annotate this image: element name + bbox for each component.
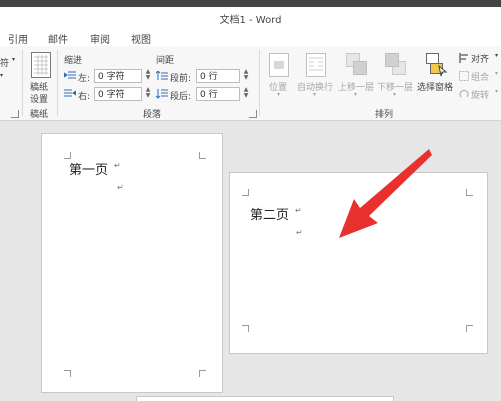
indent-heading: 缩进 xyxy=(64,56,83,66)
margin-corner-mark xyxy=(64,152,71,159)
rotate-button[interactable]: 旋转 ▾ xyxy=(458,87,501,101)
align-label: 对齐 xyxy=(471,55,490,65)
selection-pane-icon xyxy=(426,53,448,77)
dialog-launcher-icon[interactable] xyxy=(11,110,19,118)
chevron-down-icon: ▾ xyxy=(495,88,499,95)
indent-left-input[interactable]: 0 字符 xyxy=(94,69,142,83)
clipped-button-label[interactable]: 符 xyxy=(0,56,9,69)
margin-corner-mark xyxy=(466,325,473,332)
page-3-edge xyxy=(136,396,394,401)
tab-review[interactable]: 审阅 xyxy=(90,31,110,46)
chevron-down-icon: ▾ xyxy=(277,91,281,98)
page-1-text[interactable]: 第一页 xyxy=(69,159,108,178)
margin-corner-mark xyxy=(64,370,71,377)
paragraph-mark: ↵ xyxy=(295,206,302,215)
selection-pane-button[interactable]: 选择窗格 xyxy=(416,50,456,100)
wrap-text-icon xyxy=(306,53,326,77)
group-objects-icon xyxy=(459,71,469,81)
margin-corner-mark xyxy=(199,152,206,159)
arrange-group-label: 排列 xyxy=(375,110,394,120)
position-icon xyxy=(269,53,289,77)
spacing-after-label: 段后: xyxy=(170,92,192,102)
indent-right-stepper[interactable]: ▲ ▼ xyxy=(144,87,152,101)
ribbon-tabs xyxy=(0,29,501,46)
chevron-down-icon: ▾ xyxy=(495,52,499,59)
indent-left-icon xyxy=(64,71,76,79)
send-backward-button[interactable]: 下移一层 ▾ xyxy=(377,50,415,100)
paper-group-label: 稿纸 xyxy=(30,110,49,120)
bring-forward-icon xyxy=(346,53,367,75)
tab-view[interactable]: 视图 xyxy=(131,31,151,46)
spacing-before-label: 段前: xyxy=(170,74,192,84)
chevron-down-icon: ▾ xyxy=(12,56,16,63)
spacing-after-input[interactable]: 0 行 xyxy=(196,87,240,101)
margin-corner-mark xyxy=(242,189,249,196)
indent-right-label: 右: xyxy=(78,92,91,102)
group-objects-label: 组合 xyxy=(471,73,490,83)
indent-right-input[interactable]: 0 字符 xyxy=(94,87,142,101)
align-button[interactable]: 对齐 ▾ xyxy=(458,51,501,65)
margin-corner-mark xyxy=(199,370,206,377)
page-2-text[interactable]: 第二页 xyxy=(250,204,289,223)
rotate-label: 旋转 xyxy=(471,91,490,101)
bring-forward-button[interactable]: 上移一层 ▾ xyxy=(338,50,376,100)
spacing-after-icon xyxy=(156,89,168,99)
paragraph-mark: ↵ xyxy=(117,183,124,192)
red-arrow-annotation xyxy=(339,149,432,238)
dialog-launcher-icon[interactable] xyxy=(249,110,257,118)
spacing-before-input[interactable]: 0 行 xyxy=(196,69,240,83)
indent-right-icon xyxy=(64,89,76,97)
paper-settings-label-2: 设置 xyxy=(30,95,49,105)
page-1[interactable]: 第一页 ↵ ↵ xyxy=(41,133,223,393)
tab-mailings[interactable]: 邮件 xyxy=(48,31,68,46)
indent-left-label: 左: xyxy=(78,74,91,84)
window-top-border xyxy=(0,0,501,7)
group-separator xyxy=(259,50,260,116)
group-separator xyxy=(22,50,23,116)
paper-settings-button[interactable]: 稿纸 设置 xyxy=(26,50,56,106)
wrap-text-button[interactable]: 自动换行 ▾ xyxy=(296,50,336,100)
paper-grid-icon xyxy=(31,52,51,78)
position-button[interactable]: 位置 ▾ xyxy=(264,50,294,100)
margin-corner-mark xyxy=(466,189,473,196)
tab-references[interactable]: 引用 xyxy=(8,31,28,46)
selection-pane-label: 选择窗格 xyxy=(417,83,454,93)
spacing-heading: 间距 xyxy=(156,56,175,66)
chevron-down-icon: ▾ xyxy=(495,70,499,77)
margin-corner-mark xyxy=(242,325,249,332)
send-backward-icon xyxy=(385,53,406,75)
spacing-before-stepper[interactable]: ▲ ▼ xyxy=(242,69,250,83)
spacing-after-stepper[interactable]: ▲ ▼ xyxy=(242,87,250,101)
chevron-down-icon: ▾ xyxy=(354,91,358,98)
group-objects-button[interactable]: 组合 ▾ xyxy=(458,69,501,83)
chevron-down-icon: ▾ xyxy=(0,72,4,79)
paragraph-group-label: 段落 xyxy=(143,110,162,120)
chevron-down-icon: ▾ xyxy=(313,91,317,98)
chevron-down-icon: ▾ xyxy=(393,91,397,98)
group-separator xyxy=(57,50,58,116)
rotate-icon xyxy=(459,89,469,98)
window-title: 文档1 - Word xyxy=(219,15,282,26)
align-icon xyxy=(459,53,468,63)
paragraph-mark: ↵ xyxy=(296,228,303,237)
spacing-before-icon xyxy=(156,71,168,80)
indent-left-stepper[interactable]: ▲ ▼ xyxy=(144,69,152,83)
paragraph-mark: ↵ xyxy=(114,161,121,170)
